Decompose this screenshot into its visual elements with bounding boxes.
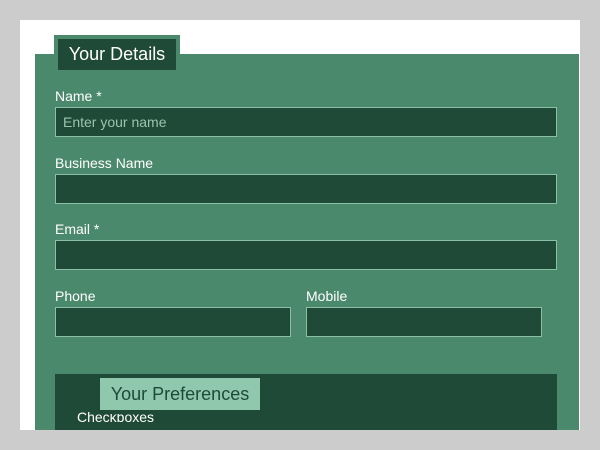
phone-label: Phone (55, 288, 95, 304)
email-required-mark: * (93, 221, 100, 237)
page: Your Details Name * Business Name Email … (20, 20, 580, 430)
your-details-legend: Your Details (54, 35, 180, 74)
your-preferences-legend: Your Preferences (96, 374, 264, 414)
name-required-mark: * (96, 88, 102, 104)
your-details-legend-text: Your Details (68, 44, 166, 64)
your-preferences-legend-text: Your Preferences (110, 383, 250, 404)
name-label-text: Name (55, 88, 93, 104)
phone-label-text: Phone (55, 288, 96, 304)
business-name-input[interactable] (55, 174, 557, 204)
mobile-label-text: Mobile (306, 288, 348, 304)
business-name-label: Business Name (55, 155, 153, 171)
email-label-text: Email (55, 221, 91, 237)
name-label: Name * (55, 88, 102, 104)
mobile-label: Mobile (306, 288, 347, 304)
email-label: Email * (55, 221, 99, 237)
mobile-input[interactable] (306, 307, 542, 337)
phone-input[interactable] (55, 307, 291, 337)
email-input[interactable] (55, 240, 557, 270)
name-input[interactable] (55, 107, 557, 137)
business-name-label-text: Business Name (55, 155, 154, 171)
